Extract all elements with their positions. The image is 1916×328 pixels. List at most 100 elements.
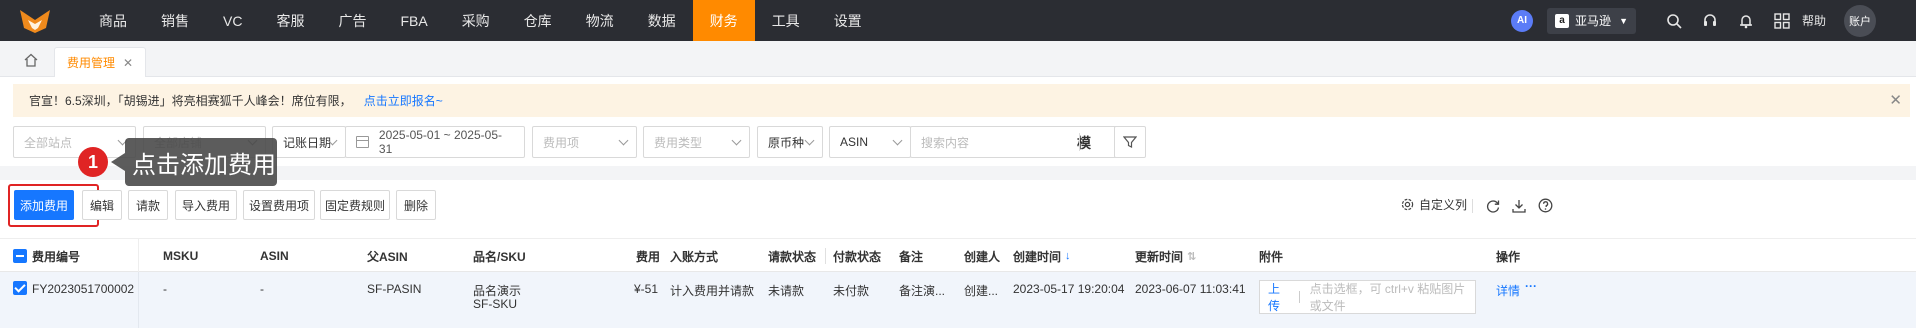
sort-icon[interactable]: ⇅ — [1187, 250, 1196, 263]
help-link[interactable]: 帮助 — [1802, 12, 1826, 29]
col-updated-at[interactable]: 更新时间 ⇅ — [1135, 239, 1196, 273]
nav-item-purchase[interactable]: 采购 — [445, 0, 507, 41]
nav-item-logistics[interactable]: 物流 — [569, 0, 631, 41]
add-fee-button[interactable]: 添加费用 — [14, 190, 74, 220]
announcement-text: 官宣！6.5深圳，「胡锡进」将亮相赛狐千人峰会！席位有限， — [29, 94, 352, 108]
detail-link[interactable]: 详情 — [1496, 282, 1520, 299]
table-header: 费用编号 MSKU ASIN 父ASIN 品名/SKU 费用 入账方式 请款状态… — [0, 238, 1916, 273]
currency-select[interactable]: 原币种 — [757, 126, 823, 158]
gear-icon — [1401, 198, 1414, 211]
upload-hint: 点击选框，可 ctrl+v 粘贴图片或文件 — [1309, 282, 1466, 313]
date-range-value: 2025-05-01 ~ 2025-05-31 — [378, 128, 502, 156]
nav-item-sales[interactable]: 销售 — [144, 0, 206, 41]
col-request-status: 请款状态 — [768, 249, 817, 264]
home-tab[interactable] — [16, 47, 46, 73]
signup-link[interactable]: 点击立即报名~ — [364, 92, 443, 109]
search-field-value: ASIN — [840, 135, 869, 149]
col-created-at-label: 创建时间 — [1013, 249, 1062, 264]
nav-item-customer-service[interactable]: 客服 — [259, 0, 321, 41]
search-field-select[interactable]: ASIN — [829, 126, 911, 158]
advanced-filter-button[interactable] — [1114, 126, 1146, 158]
set-fee-items-button[interactable]: 设置费用项 — [243, 190, 315, 220]
col-created-at[interactable]: 创建时间 ↓ — [1013, 239, 1071, 273]
search-icon[interactable] — [1658, 0, 1690, 41]
cell-updated-at: 2023-06-07 11:03:41 — [1135, 282, 1246, 296]
amazon-icon: a — [1555, 13, 1570, 28]
cell-sku: SF-SKU — [473, 297, 518, 311]
date-range-picker[interactable]: 2025-05-01 ~ 2025-05-31 — [345, 126, 525, 158]
headset-icon[interactable] — [1694, 0, 1726, 41]
cell-creator: 创建... — [964, 284, 999, 298]
select-all-checkbox[interactable] — [13, 239, 27, 273]
nav-item-settings[interactable]: 设置 — [817, 0, 879, 41]
col-attachment: 附件 — [1259, 249, 1284, 264]
search-input[interactable]: 搜索内容 模 — [910, 126, 1142, 158]
top-navigation: 商品 销售 VC 客服 广告 FBA 采购 仓库 物流 数据 财务 工具 设置 … — [0, 0, 1916, 41]
nav-item-warehouse[interactable]: 仓库 — [507, 0, 569, 41]
tab-fee-management[interactable]: 费用管理 ✕ — [54, 47, 147, 77]
check-icon — [13, 281, 27, 295]
col-fee: 费用 — [636, 249, 661, 264]
col-remark: 备注 — [899, 249, 924, 264]
col-entry-method: 入账方式 — [670, 249, 719, 264]
ai-assistant-button[interactable]: AI — [1511, 9, 1534, 32]
announcement-banner: 官宣！6.5深圳，「胡锡进」将亮相赛狐千人峰会！席位有限， 点击立即报名~ ✕ — [13, 84, 1910, 117]
row-checkbox[interactable] — [13, 281, 27, 298]
nav-item-vc[interactable]: VC — [206, 0, 259, 41]
filter-funnel-icon — [1123, 136, 1137, 148]
date-type-select[interactable]: 记账日期 — [272, 126, 346, 158]
nav-item-products[interactable]: 商品 — [82, 0, 144, 41]
search-placeholder: 搜索内容 — [921, 135, 970, 150]
nav-item-ads[interactable]: 广告 — [321, 0, 383, 41]
fox-logo-icon[interactable] — [18, 8, 52, 34]
apps-grid-icon[interactable] — [1766, 0, 1798, 41]
cell-fee-id[interactable]: FY2023051700002 — [32, 282, 134, 296]
cell-entry-method: 计入费用并请款 — [670, 284, 755, 298]
divider — [1472, 199, 1473, 213]
delete-button[interactable]: 删除 — [396, 190, 436, 220]
col-actions: 操作 — [1496, 249, 1521, 264]
bell-icon[interactable] — [1730, 0, 1762, 41]
table-row[interactable]: FY2023051700002 - - SF-PASIN 品名演示 SF-SKU… — [0, 272, 1916, 328]
refresh-icon[interactable] — [1486, 199, 1500, 213]
close-tab-icon[interactable]: ✕ — [123, 56, 133, 70]
caret-down-icon: ▼ — [1619, 15, 1628, 26]
close-banner-icon[interactable]: ✕ — [1889, 91, 1902, 109]
edit-button[interactable]: 编辑 — [82, 190, 122, 220]
upload-link[interactable]: 上传 — [1268, 280, 1289, 314]
guide-tooltip: 点击添加费用 — [125, 138, 277, 186]
minus-icon — [13, 249, 27, 263]
col-parent-asin: 父ASIN — [367, 249, 408, 264]
nav-right-tools: AI a 亚马逊 ▼ 帮助 账户 — [1511, 0, 1916, 41]
nav-item-fba[interactable]: FBA — [383, 0, 444, 41]
nav-item-data[interactable]: 数据 — [631, 0, 693, 41]
home-icon — [24, 53, 38, 67]
column-divider — [825, 248, 826, 264]
nav-item-finance[interactable]: 财务 — [692, 0, 755, 41]
chevron-down-icon — [618, 135, 629, 146]
import-fee-button[interactable]: 导入费用 — [175, 190, 237, 220]
fee-item-select[interactable]: 费用项 — [532, 126, 637, 158]
nav-item-tools[interactable]: 工具 — [755, 0, 817, 41]
cell-request-status: 未请款 — [768, 284, 805, 298]
fixed-fee-rules-button[interactable]: 固定费规则 — [320, 190, 390, 220]
help-circle-icon[interactable] — [1538, 198, 1553, 213]
fee-type-select[interactable]: 费用类型 — [643, 126, 750, 158]
marketplace-selector[interactable]: a 亚马逊 ▼ — [1547, 7, 1636, 34]
site-select-value: 全部站点 — [24, 135, 73, 150]
more-actions-icon[interactable]: ··· — [1525, 279, 1537, 293]
tooltip-arrow — [111, 153, 125, 171]
calendar-icon — [356, 136, 369, 148]
col-payment-status: 付款状态 — [833, 249, 882, 264]
custom-columns-button[interactable]: 自定义列 — [1401, 196, 1467, 213]
chevron-down-icon — [892, 135, 903, 146]
request-payment-button[interactable]: 请款 — [128, 190, 168, 220]
custom-columns-label: 自定义列 — [1419, 198, 1468, 212]
download-icon[interactable] — [1512, 199, 1526, 213]
divider — [1298, 291, 1300, 303]
account-avatar[interactable]: 账户 — [1844, 4, 1876, 37]
attachment-upload-box[interactable]: 上传 点击选框，可 ctrl+v 粘贴图片或文件 — [1259, 280, 1476, 314]
fee-type-placeholder: 费用类型 — [654, 135, 703, 150]
chevron-down-icon — [804, 135, 815, 146]
sort-desc-icon[interactable]: ↓ — [1065, 250, 1071, 262]
